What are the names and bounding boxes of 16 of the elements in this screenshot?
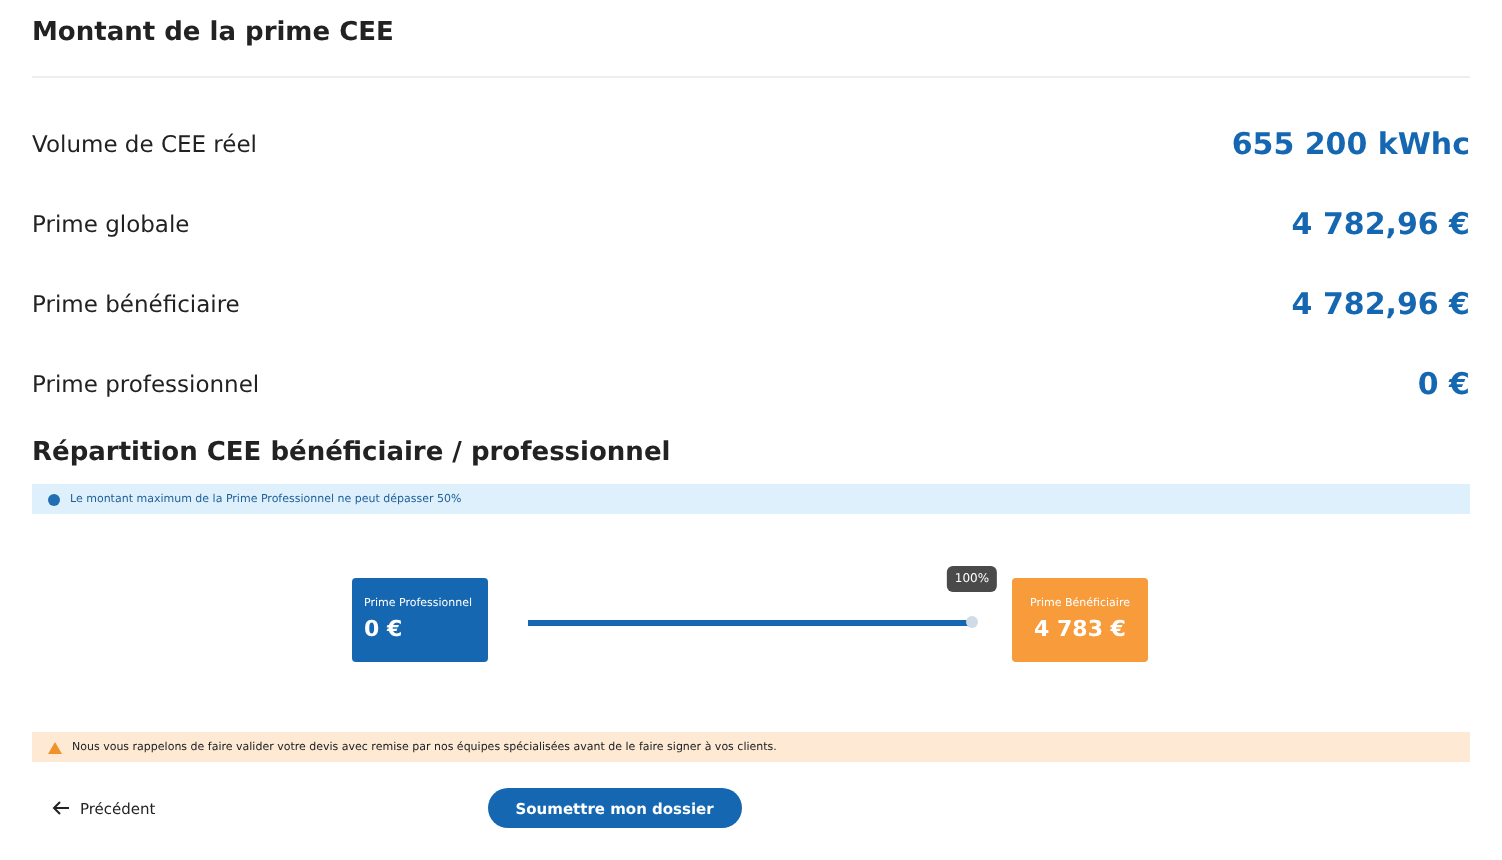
- row-value: 0 €: [1417, 366, 1470, 402]
- warning-icon: [48, 741, 62, 753]
- row-value: 4 782,96 €: [1291, 286, 1470, 322]
- row-label: Prime bénéficiaire: [32, 290, 240, 318]
- row-label: Volume de CEE réel: [32, 130, 257, 158]
- row-label: Prime professionnel: [32, 370, 260, 398]
- card-value: 4 783 €: [1034, 615, 1126, 641]
- section-title: Montant de la prime CEE: [32, 16, 396, 52]
- row-value: 4 782,96 €: [1291, 206, 1470, 242]
- row-value: 655 200 kWhc: [1231, 126, 1470, 162]
- info-icon: [48, 493, 60, 505]
- section-title: Répartition CEE bénéficiaire / professionnel: [32, 438, 673, 468]
- arrow-left-icon: [52, 800, 70, 816]
- slider-handle[interactable]: [966, 615, 978, 627]
- card-value: 0 €: [364, 615, 405, 641]
- row-label: Prime globale: [32, 210, 190, 238]
